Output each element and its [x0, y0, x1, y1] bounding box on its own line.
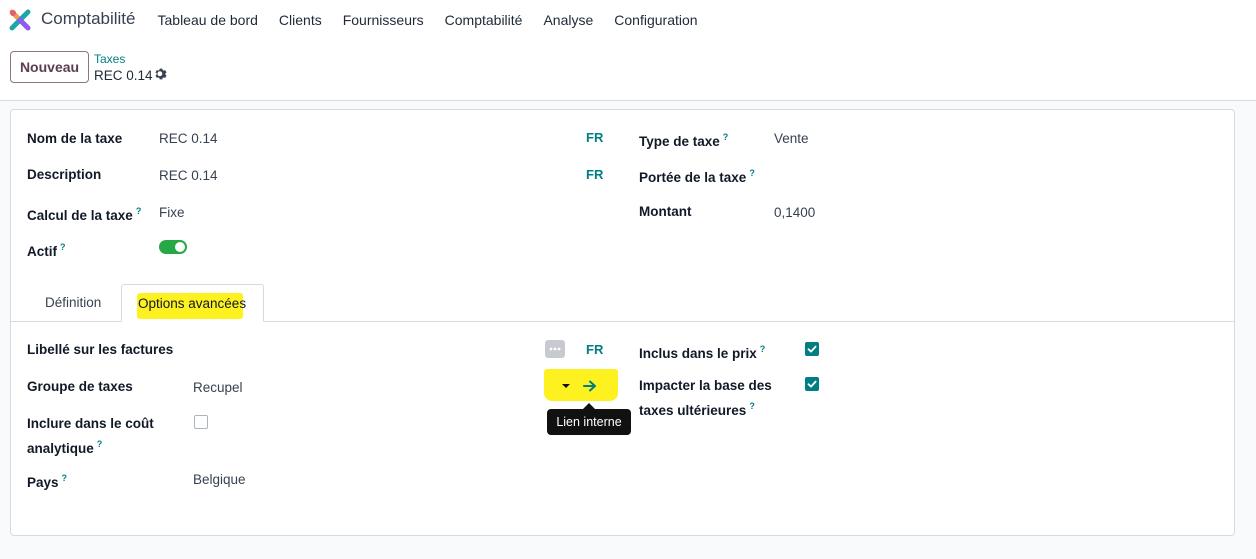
- new-button[interactable]: Nouveau: [10, 51, 89, 83]
- help-icon[interactable]: ?: [749, 168, 755, 178]
- breadcrumb-current: REC 0.14: [94, 68, 153, 83]
- computation-label: Calcul de la taxe?: [27, 201, 141, 226]
- price-include-checkbox[interactable]: [805, 342, 819, 356]
- tax-type-label-text: Type de taxe: [639, 134, 720, 149]
- tab-advanced-options-label: Options avancées: [138, 296, 247, 311]
- top-navbar: Comptabilité Tableau de bord Clients Fou…: [0, 0, 1256, 40]
- menu-fournisseurs[interactable]: Fournisseurs: [332, 12, 434, 28]
- description-field[interactable]: REC 0.14: [159, 165, 218, 186]
- country-field[interactable]: Belgique: [193, 469, 246, 490]
- analytic-label-text: Inclure dans le coût analytique: [27, 416, 154, 456]
- internal-link-tooltip: Lien interne: [547, 403, 631, 435]
- help-icon[interactable]: ?: [723, 132, 729, 142]
- active-label-text: Actif: [27, 244, 57, 259]
- computation-label-text: Calcul de la taxe: [27, 208, 133, 223]
- menu-tableau-de-bord[interactable]: Tableau de bord: [147, 12, 268, 28]
- analytic-checkbox[interactable]: [194, 415, 208, 429]
- help-icon[interactable]: ?: [760, 344, 766, 354]
- invoice-label-label: Libellé sur les factures: [27, 342, 174, 357]
- more-options-icon[interactable]: [545, 340, 565, 358]
- tax-name-label: Nom de la taxe: [27, 131, 123, 146]
- amount-field[interactable]: 0,1400: [774, 202, 815, 223]
- description-label: Description: [27, 167, 102, 182]
- help-icon[interactable]: ?: [60, 242, 66, 252]
- tax-type-field[interactable]: Vente: [774, 128, 809, 149]
- amount-label: Montant: [639, 204, 692, 219]
- price-include-label-text: Inclus dans le prix: [639, 346, 757, 361]
- tax-group-label: Groupe de taxes: [27, 379, 133, 394]
- description-lang-button[interactable]: FR: [586, 167, 603, 182]
- country-label-text: Pays: [27, 475, 59, 490]
- menu-comptabilite[interactable]: Comptabilité: [434, 12, 533, 28]
- computation-field[interactable]: Fixe: [159, 202, 185, 223]
- check-icon: [807, 380, 817, 388]
- gear-icon[interactable]: [154, 67, 168, 81]
- analytic-label: Inclure dans le coût analytique?: [27, 413, 177, 459]
- menu-configuration[interactable]: Configuration: [604, 12, 708, 28]
- invoice-label-lang-button[interactable]: FR: [586, 342, 603, 357]
- help-icon[interactable]: ?: [749, 401, 755, 411]
- app-title[interactable]: Comptabilité: [41, 9, 136, 29]
- active-toggle[interactable]: [159, 240, 187, 254]
- help-icon[interactable]: ?: [97, 439, 103, 449]
- active-label: Actif?: [27, 237, 66, 262]
- internal-link-arrow-icon[interactable]: [583, 380, 597, 392]
- affect-base-label: Impacter la base des taxes ultérieures?: [639, 375, 779, 421]
- menu-analyse[interactable]: Analyse: [533, 12, 604, 28]
- internal-link-highlight-mark: [544, 369, 618, 401]
- breadcrumb-taxes-link[interactable]: Taxes: [94, 52, 125, 66]
- form-sheet: Nom de la taxe REC 0.14 FR Description R…: [10, 109, 1235, 536]
- tax-group-field[interactable]: Recupel: [193, 377, 243, 398]
- control-panel: Nouveau Taxes REC 0.14: [0, 40, 1256, 101]
- tax-name-lang-button[interactable]: FR: [586, 130, 603, 145]
- check-icon: [807, 345, 817, 353]
- menu-clients[interactable]: Clients: [268, 12, 332, 28]
- main-menu: Tableau de bord Clients Fournisseurs Com…: [147, 0, 708, 40]
- tax-scope-label-text: Portée de la taxe: [639, 170, 747, 185]
- tax-name-field[interactable]: REC 0.14: [159, 128, 218, 149]
- accounting-app-icon[interactable]: [9, 9, 31, 31]
- tax-scope-label: Portée de la taxe?: [639, 163, 755, 188]
- affect-base-label-text: Impacter la base des taxes ultérieures: [639, 378, 772, 418]
- affect-base-checkbox[interactable]: [805, 377, 819, 391]
- price-include-label: Inclus dans le prix?: [639, 339, 765, 364]
- country-label: Pays?: [27, 468, 67, 493]
- tax-type-label: Type de taxe?: [639, 127, 728, 152]
- tab-advanced-options[interactable]: Options avancées: [121, 284, 264, 322]
- tab-definition[interactable]: Définition: [28, 284, 118, 322]
- chevron-down-icon[interactable]: [561, 383, 571, 389]
- help-icon[interactable]: ?: [62, 473, 68, 483]
- help-icon[interactable]: ?: [136, 206, 142, 216]
